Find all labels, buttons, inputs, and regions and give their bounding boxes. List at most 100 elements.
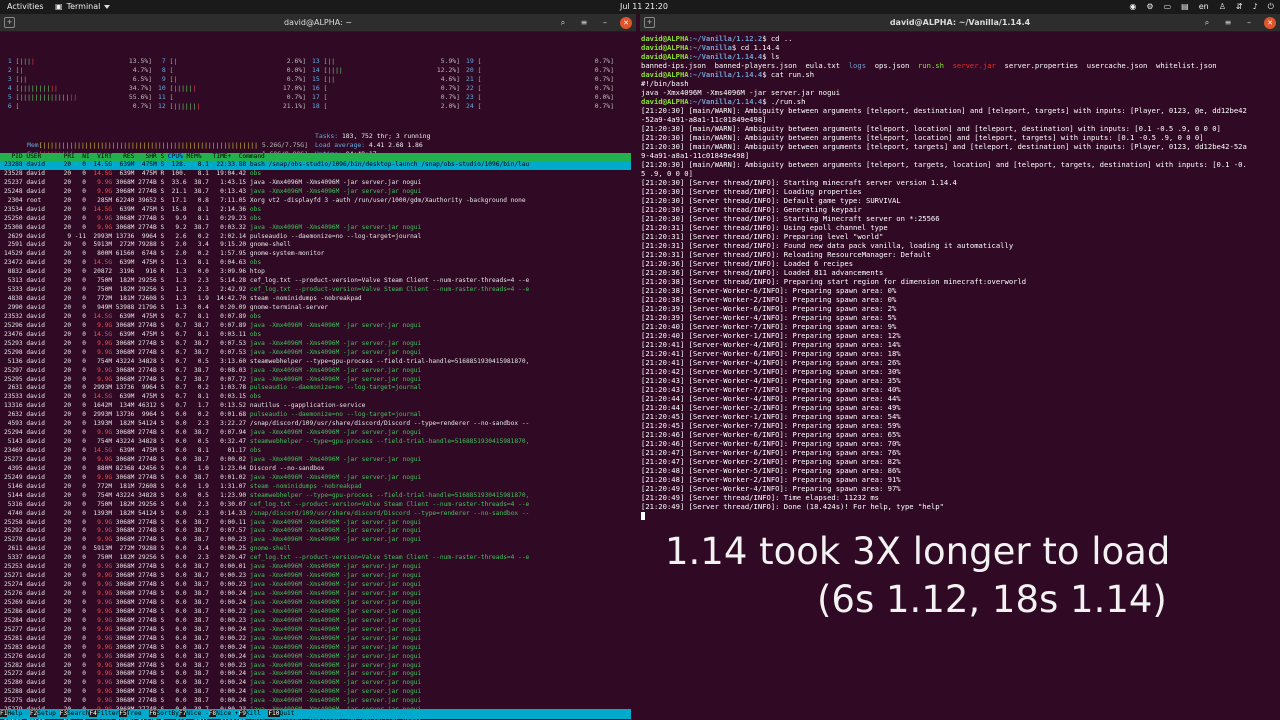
process-row[interactable]: 2631 david 20 0 2993M 13736 9964 S 0.7 0… — [0, 384, 631, 393]
process-row[interactable]: 5144 david 20 0 754M 43224 34828 S 0.0 0… — [0, 492, 631, 501]
process-row[interactable]: 5313 david 20 0 750M 182M 29256 S 1.3 2.… — [0, 277, 631, 286]
clock[interactable]: Jul 11 21:20 — [620, 2, 668, 11]
function-key[interactable]: F4 — [89, 710, 97, 717]
volume-icon[interactable]: ♪ — [1253, 2, 1258, 12]
process-row[interactable]: 25277 david 20 0 9.9G 3068M 2774B S 0.0 … — [0, 626, 631, 635]
process-row[interactable]: 25282 david 20 0 9.9G 3068M 2774B S 0.0 … — [0, 662, 631, 671]
process-row[interactable]: 25248 david 20 0 9.9G 3068M 2774B S 21.1… — [0, 188, 631, 197]
close-icon[interactable]: ✕ — [620, 17, 632, 29]
process-row[interactable]: 2591 david 20 0 5913M 272M 79288 S 2.0 3… — [0, 241, 631, 250]
process-row[interactable]: 23476 david 20 0 14.5G 639M 475M S 0.7 8… — [0, 331, 631, 340]
activities-button[interactable]: Activities — [7, 2, 44, 11]
function-key-bar[interactable]: F1Help F2Setup F3SearchF4FilterF5Tree F6… — [0, 709, 631, 719]
process-row[interactable]: 25298 david 20 0 9.9G 3068M 2774B S 0.7 … — [0, 349, 631, 358]
process-row[interactable]: 25308 david 20 0 9.9G 3068M 2774B S 9.2 … — [0, 224, 631, 233]
titlebar-left[interactable]: + david@ALPHA: ~ ⌕ ≡ – ✕ — [0, 14, 636, 32]
function-key[interactable]: F3 — [59, 710, 68, 717]
function-key[interactable]: F5 — [119, 710, 127, 717]
process-row[interactable]: 25296 david 20 0 9.9G 3068M 2774B S 0.7 … — [0, 322, 631, 331]
process-row[interactable]: 8832 david 20 0 20872 3196 916 R 1.3 0.0… — [0, 268, 631, 277]
process-row[interactable]: 5337 david 20 0 750M 182M 29256 S 0.0 2.… — [0, 554, 631, 563]
search-icon[interactable]: ⌕ — [557, 17, 569, 29]
process-row[interactable]: 2304 root 20 0 285M 62240 39652 S 17.1 0… — [0, 197, 631, 206]
cpu-bar: [|||||||||| — [15, 84, 58, 92]
process-row[interactable]: 23288 david 20 0 14.5G 639M 475M S 128. … — [0, 161, 631, 170]
process-row[interactable]: 25293 david 20 0 9.9G 3068M 2774B S 0.7 … — [0, 340, 631, 349]
system-tray[interactable]: ◉ ⚙ ▭ ▤ en ♙ ⇵ ♪ ⏻ — [1129, 2, 1274, 12]
process-row[interactable]: 25269 david 20 0 9.9G 3068M 2774B S 0.0 … — [0, 599, 631, 608]
process-row[interactable]: 25274 david 20 0 9.9G 3068M 2774B S 0.0 … — [0, 581, 631, 590]
process-row[interactable]: 25271 david 20 0 9.9G 3068M 2774B S 0.0 … — [0, 572, 631, 581]
function-key[interactable]: F9 — [238, 710, 246, 717]
process-row[interactable]: 25237 david 20 0 9.9G 3068M 2774B S 33.6… — [0, 179, 631, 188]
process-row[interactable]: 25249 david 20 0 9.9G 3068M 2774B S 0.0 … — [0, 474, 631, 483]
steam-icon[interactable]: ◉ — [1129, 2, 1136, 12]
process-row[interactable]: 23534 david 20 0 14.5G 639M 475M S 15.8 … — [0, 206, 631, 215]
process-row[interactable]: 25278 david 20 0 9.9G 3068M 2774B S 0.0 … — [0, 536, 631, 545]
search-icon[interactable]: ⌕ — [1201, 17, 1213, 29]
process-row[interactable]: 25280 david 20 0 9.9G 3068M 2774B S 0.0 … — [0, 679, 631, 688]
process-row[interactable]: 23528 david 20 0 14.5G 639M 475M R 100. … — [0, 170, 631, 179]
terminal-window-left[interactable]: + david@ALPHA: ~ ⌕ ≡ – ✕ 1 [|||| 13.5%] 2… — [0, 14, 636, 720]
process-row[interactable]: 2611 david 20 0 5913M 272M 79288 S 0.0 3… — [0, 545, 631, 554]
process-row[interactable]: 25275 david 20 0 9.9G 3068M 2774B S 0.0 … — [0, 697, 631, 706]
process-row[interactable]: 4838 david 20 0 772M 181M 72608 S 1.3 1.… — [0, 295, 631, 304]
process-row[interactable]: 2632 david 20 0 2993M 13736 9964 S 0.0 0… — [0, 411, 631, 420]
process-row[interactable]: 23469 david 20 0 14.5G 639M 475M S 0.0 8… — [0, 447, 631, 456]
process-row[interactable]: 14529 david 20 0 800M 61560 6748 S 2.0 0… — [0, 250, 631, 259]
process-row[interactable]: 25276 david 20 0 9.9G 3068M 2774B S 0.0 … — [0, 653, 631, 662]
process-row[interactable]: 25294 david 20 0 9.9G 3068M 2774B S 0.0 … — [0, 429, 631, 438]
process-row[interactable]: 23533 david 20 0 14.5G 639M 475M S 0.7 8… — [0, 393, 631, 402]
terminal-output[interactable]: david@ALPHA:~/Vanilla/1.12.2$ cd .. david… — [641, 34, 1275, 520]
close-icon[interactable]: ✕ — [1264, 17, 1276, 29]
process-row[interactable]: 5136 david 20 0 754M 43224 34828 S 0.7 0… — [0, 358, 631, 367]
minimize-icon[interactable]: – — [1243, 17, 1255, 29]
power-icon[interactable]: ⏻ — [1268, 2, 1274, 12]
process-row[interactable]: 23532 david 20 0 14.5G 639M 475M S 0.7 8… — [0, 313, 631, 322]
menu-icon[interactable]: ≡ — [578, 17, 590, 29]
settings-icon[interactable]: ⚙ — [1146, 2, 1153, 12]
titlebar-right[interactable]: + david@ALPHA: ~/Vanilla/1.14.4 ⌕ ≡ – ✕ — [640, 14, 1280, 32]
process-row[interactable]: 25258 david 20 0 9.9G 3068M 2774B S 0.0 … — [0, 519, 631, 528]
cpu-meter: 5 [||||||||||||||| 55.6%] — [4, 93, 152, 102]
process-row[interactable]: 25297 david 20 0 9.9G 3068M 2774B S 0.7 … — [0, 367, 631, 376]
process-row[interactable]: 25292 david 20 0 9.9G 3068M 2774B S 0.0 … — [0, 527, 631, 536]
process-row[interactable]: 5146 david 20 0 772M 181M 72608 S 0.0 1.… — [0, 483, 631, 492]
menu-icon[interactable]: ≡ — [1222, 17, 1234, 29]
htop[interactable]: 1 [|||| 13.5%] 2 [| 4.7%] 3 [|| 6.5%] 4 [||… — [0, 33, 636, 720]
process-row[interactable]: 25284 david 20 0 9.9G 3068M 2774B S 0.0 … — [0, 617, 631, 626]
cpu-bar: [ — [477, 102, 482, 110]
function-key[interactable]: F10 — [268, 710, 280, 717]
process-row[interactable]: 25253 david 20 0 9.9G 3068M 2774B S 0.0 … — [0, 563, 631, 572]
process-row[interactable]: 4740 david 20 0 1393M 182M 54124 S 0.0 2… — [0, 510, 631, 519]
process-list[interactable]: 23288 david 20 0 14.5G 639M 475M S 128. … — [0, 161, 631, 720]
process-row[interactable]: 25272 david 20 0 9.9G 3068M 2774B S 0.0 … — [0, 670, 631, 679]
process-row[interactable]: 2990 david 20 0 949M 53988 21796 S 1.3 0… — [0, 304, 631, 313]
sort-column[interactable]: CPU% — [167, 153, 183, 160]
process-row[interactable]: 25283 david 20 0 9.9G 3068M 2774B S 0.0 … — [0, 644, 631, 653]
process-row[interactable]: 23472 david 20 0 14.5G 639M 475M S 1.3 8… — [0, 259, 631, 268]
process-row[interactable]: 4395 david 20 0 880M 82368 42456 S 0.0 1… — [0, 465, 631, 474]
process-row[interactable]: 5333 david 20 0 750M 182M 29256 S 1.3 2.… — [0, 286, 631, 295]
screen-icon[interactable]: ▤ — [1181, 2, 1189, 12]
process-row[interactable]: 25250 david 20 0 9.9G 3068M 2774B S 9.9 … — [0, 215, 631, 224]
process-row[interactable]: 25288 david 20 0 9.9G 3068M 2774B S 0.0 … — [0, 688, 631, 697]
app-menu[interactable]: ▣ Terminal — [55, 2, 111, 11]
network-icon[interactable]: ⇵ — [1236, 2, 1243, 12]
discord-icon[interactable]: ▭ — [1164, 2, 1172, 12]
process-row[interactable]: 4593 david 20 0 1393M 182M 54124 S 0.0 2… — [0, 420, 631, 429]
process-row[interactable]: 5143 david 20 0 754M 43224 34828 S 0.0 0… — [0, 438, 631, 447]
minimize-icon[interactable]: – — [599, 17, 611, 29]
process-row[interactable]: 25276 david 20 0 9.9G 3068M 2774B S 0.0 … — [0, 590, 631, 599]
process-row[interactable]: 25286 david 20 0 9.9G 3068M 2774B S 0.0 … — [0, 608, 631, 617]
process-row[interactable]: 25273 david 20 0 9.9G 3068M 2774B S 0.0 … — [0, 456, 631, 465]
keyboard-lang[interactable]: en — [1199, 2, 1209, 12]
accessibility-icon[interactable]: ♙ — [1219, 2, 1226, 12]
function-key[interactable]: F6 — [149, 710, 157, 717]
process-row[interactable]: 5316 david 20 0 750M 182M 29256 S 0.0 2.… — [0, 501, 631, 510]
process-row[interactable]: 25281 david 20 0 9.9G 3068M 2774B S 0.0 … — [0, 635, 631, 644]
process-row[interactable]: 13316 david 20 0 1642M 134M 46312 S 0.7 … — [0, 402, 631, 411]
process-row[interactable]: 25295 david 20 0 9.9G 3068M 2774B S 0.7 … — [0, 376, 631, 385]
process-table-header[interactable]: PID USER PRI NI VIRT RES SHR S CPU% MEM%… — [0, 153, 631, 161]
process-row[interactable]: 2629 david 9 -11 2993M 13736 9964 S 2.6 … — [0, 233, 631, 242]
